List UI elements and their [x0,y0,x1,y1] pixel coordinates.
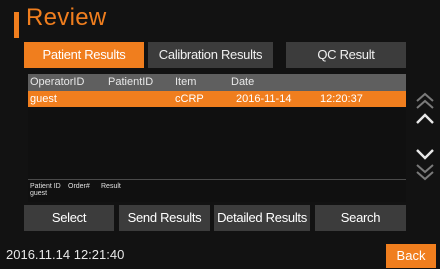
detail-header-result: Result [101,183,121,190]
column-header-patient-id[interactable]: PatientID [108,74,153,91]
tab-patient-results[interactable]: Patient Results [24,42,144,68]
column-header-date[interactable]: Date [231,74,254,91]
detailed-results-button[interactable]: Detailed Results [214,205,310,231]
result-detail-panel: Patient ID Order# Result guest [28,180,406,202]
column-header-item[interactable]: Item [175,74,196,91]
datetime-display: 2016.11.14 12:21:40 [6,247,125,262]
back-button[interactable]: Back [386,244,436,268]
table-header-row: OperatorID PatientID Item Date [28,74,406,91]
table-row[interactable]: guest cCRP 2016-11-14 12:20:37 [28,91,406,107]
cell-time: 12:20:37 [320,93,363,105]
select-button[interactable]: Select [24,205,114,231]
search-button[interactable]: Search [315,205,406,231]
page-title: Review [26,4,107,31]
title-accent-bar [14,12,19,38]
cell-operator-id: guest [30,93,57,105]
detail-header-order: Order# [68,183,90,190]
cell-date: 2016-11-14 [236,93,292,105]
double-down-arrow-icon[interactable] [414,161,436,183]
up-arrow-icon[interactable] [414,108,436,130]
cell-item: cCRP [175,93,204,105]
column-header-operator-id[interactable]: OperatorID [30,74,84,91]
header-bar: Review [0,0,440,40]
tab-qc-result[interactable]: QC Result [286,42,406,68]
tab-calibration-results[interactable]: Calibration Results [148,42,273,68]
detail-value-patient-id: guest [30,190,48,197]
footer-bar: 2016.11.14 12:21:40 Back [0,243,440,269]
send-results-button[interactable]: Send Results [119,205,210,231]
